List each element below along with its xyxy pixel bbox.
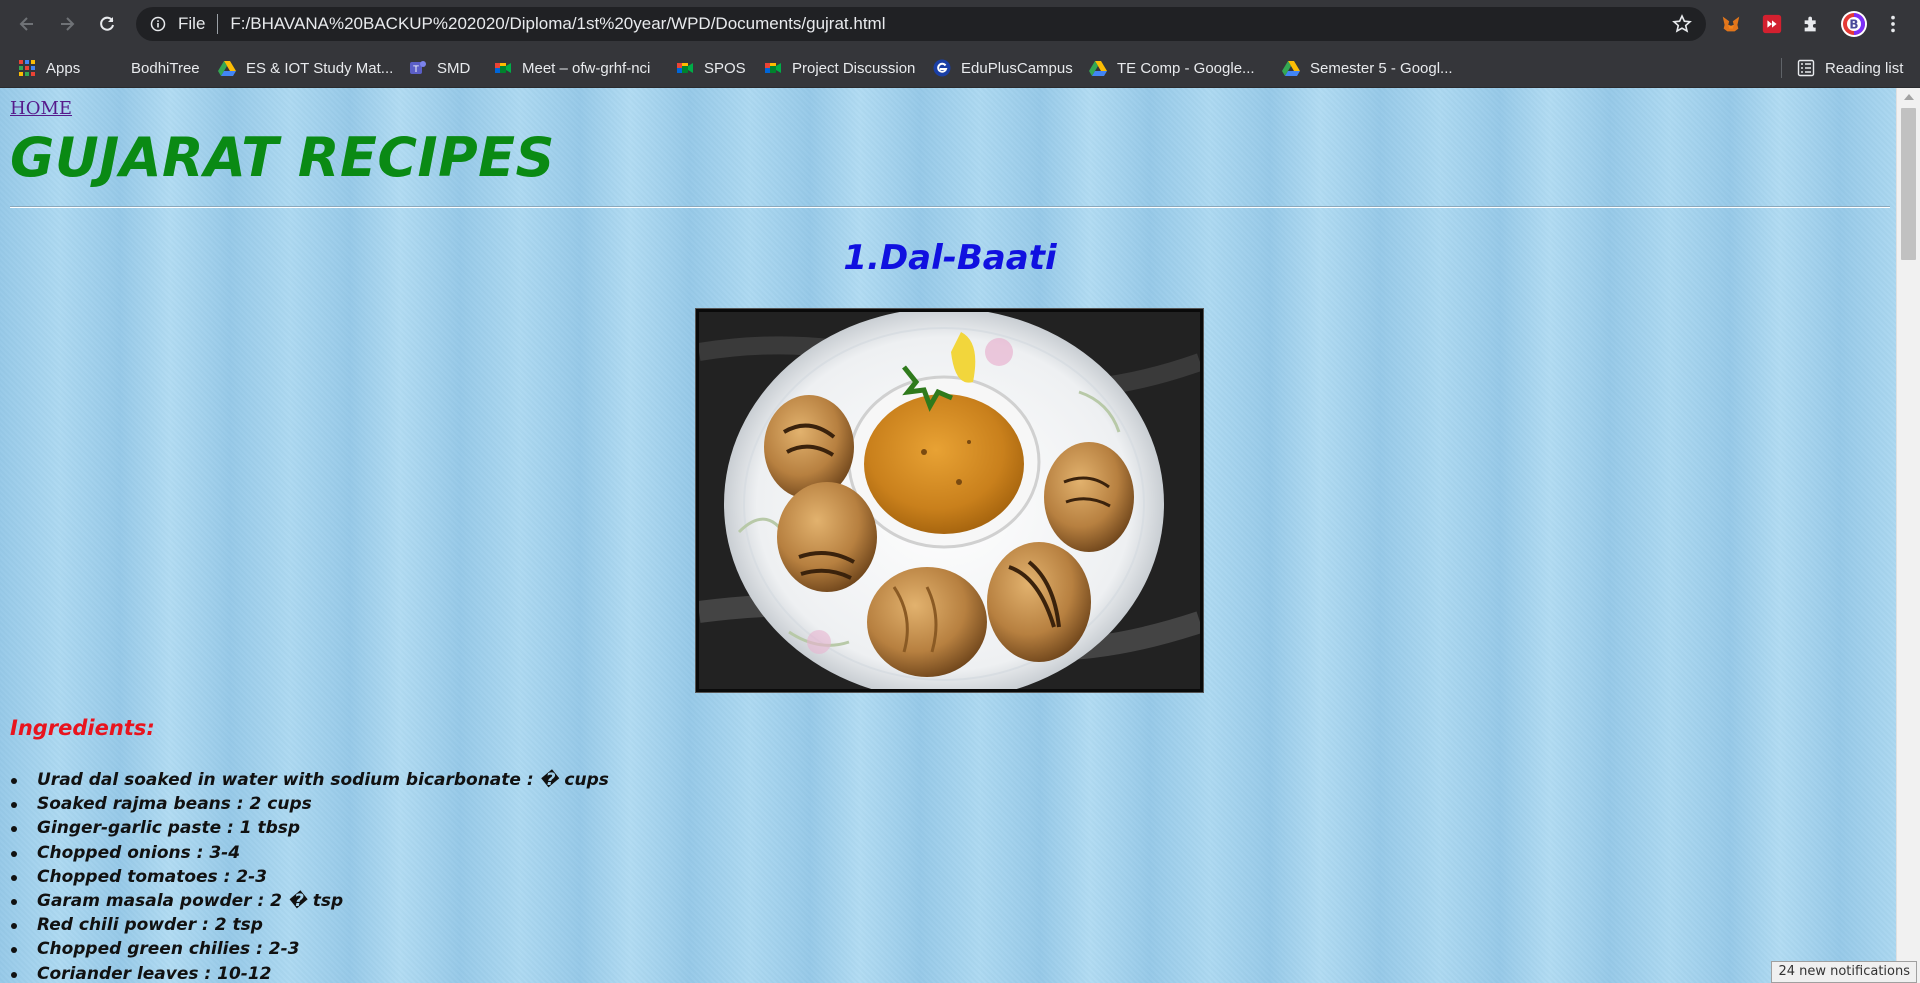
forward-button[interactable] [49,6,85,42]
scroll-up-arrow-icon[interactable] [1904,94,1914,100]
bookmark-label: EduPlusCampus [961,59,1073,77]
home-link[interactable]: HOME [10,98,72,119]
bookmark-es-iot[interactable]: ES & IOT Study Mat... [218,48,393,88]
google-meet-icon [495,63,511,73]
omnibox-divider [217,14,219,34]
google-drive-icon [1089,61,1107,76]
bookmark-te-comp[interactable]: TE Comp - Google... [1089,48,1255,88]
extensions-puzzle-icon[interactable] [1800,12,1824,36]
google-meet-icon [765,63,781,73]
list-item: Red chili powder : 2 tsp [10,913,609,937]
profile-letter: B [1849,18,1858,32]
bookmark-bodhitree[interactable]: BodhiTree [103,48,200,88]
bookmark-label: SPOS [704,59,746,77]
vertical-scrollbar[interactable] [1896,88,1920,983]
google-meet-icon [677,63,693,73]
eduplus-icon [933,59,951,77]
bookmark-label: ES & IOT Study Mat... [246,59,394,77]
notification-toast[interactable]: 24 new notifications [1771,961,1917,983]
bookmark-label: Semester 5 - Googl... [1310,59,1453,77]
ingredients-heading: Ingredients: [10,716,155,740]
list-item: Urad dal soaked in water with sodium bic… [10,768,609,792]
list-item: Ginger-garlic paste : 1 tbsp [10,816,609,840]
dal-baati-image [695,308,1204,693]
list-item: Coriander leaves : 10-12 [10,962,609,983]
bookmark-apps[interactable]: Apps [18,48,80,88]
page-title: GUJARAT RECIPES [10,126,555,189]
arrow-left-icon [19,17,33,31]
scheme-label: File [178,14,206,33]
svg-text:T: T [412,65,419,75]
arrow-right-icon [61,17,75,31]
url-text[interactable]: F:/BHAVANA%20BACKUP%202020/Diploma/1st%2… [230,14,885,34]
bookmarks-divider [1781,58,1782,78]
info-icon[interactable] [150,16,166,32]
apps-grid-icon [19,60,35,76]
bookmark-label: Meet – ofw-grhf-nci [522,59,651,77]
list-item: Chopped tomatoes : 2-3 [10,865,609,889]
back-button[interactable] [9,6,45,42]
bookmark-project-discussion[interactable]: Project Discussion [764,48,915,88]
bookmark-label: TE Comp - Google... [1117,59,1255,77]
reading-list-icon [1797,59,1815,77]
list-item: Chopped onions : 3-4 [10,841,609,865]
list-item: Chopped green chilies : 2-3 [10,937,609,961]
bookmarks-bar: Apps BodhiTree ES & IOT Study Mat... T S… [0,48,1920,88]
bookmark-spos[interactable]: SPOS [676,48,746,88]
reload-icon [100,16,114,31]
bookmark-star-icon[interactable] [1672,14,1692,34]
video-extension-icon[interactable] [1760,12,1784,36]
bookmark-label: Apps [46,59,81,77]
bookmark-label: Project Discussion [792,59,916,77]
google-drive-icon [218,61,236,76]
teams-icon: T [410,61,426,75]
dal-baati-photo [699,312,1200,689]
profile-avatar[interactable]: B [1840,10,1868,38]
ingredients-list: Urad dal soaked in water with sodium bic… [10,768,609,983]
google-drive-icon [1282,61,1300,76]
horizontal-rule [10,206,1890,208]
page-viewport: HOME GUJARAT RECIPES 1.Dal-Baati Ingredi… [0,88,1920,983]
menu-kebab-icon[interactable] [1881,12,1905,36]
bookmark-label: SMD [437,59,471,77]
bookmark-label: BodhiTree [131,59,200,77]
metamask-extension-icon[interactable] [1719,12,1743,36]
reading-list-button[interactable]: Reading list [1797,48,1903,88]
address-bar[interactable]: File F:/BHAVANA%20BACKUP%202020/Diploma/… [136,7,1706,41]
blank-favicon-icon [103,59,121,77]
bookmark-semester-5[interactable]: Semester 5 - Googl... [1282,48,1453,88]
list-item: Garam masala powder : 2 � tsp [10,889,609,913]
list-item: Soaked rajma beans : 2 cups [10,792,609,816]
bookmark-edupluscampus[interactable]: EduPlusCampus [933,48,1073,88]
bookmark-meet[interactable]: Meet – ofw-grhf-nci [494,48,650,88]
scroll-thumb[interactable] [1901,108,1916,260]
browser-toolbar: File F:/BHAVANA%20BACKUP%202020/Diploma/… [0,0,1920,48]
reading-list-label: Reading list [1825,59,1904,77]
bookmark-smd[interactable]: T SMD [409,48,470,88]
dish-title: 1.Dal-Baati [843,238,1057,278]
reload-button[interactable] [89,6,125,42]
